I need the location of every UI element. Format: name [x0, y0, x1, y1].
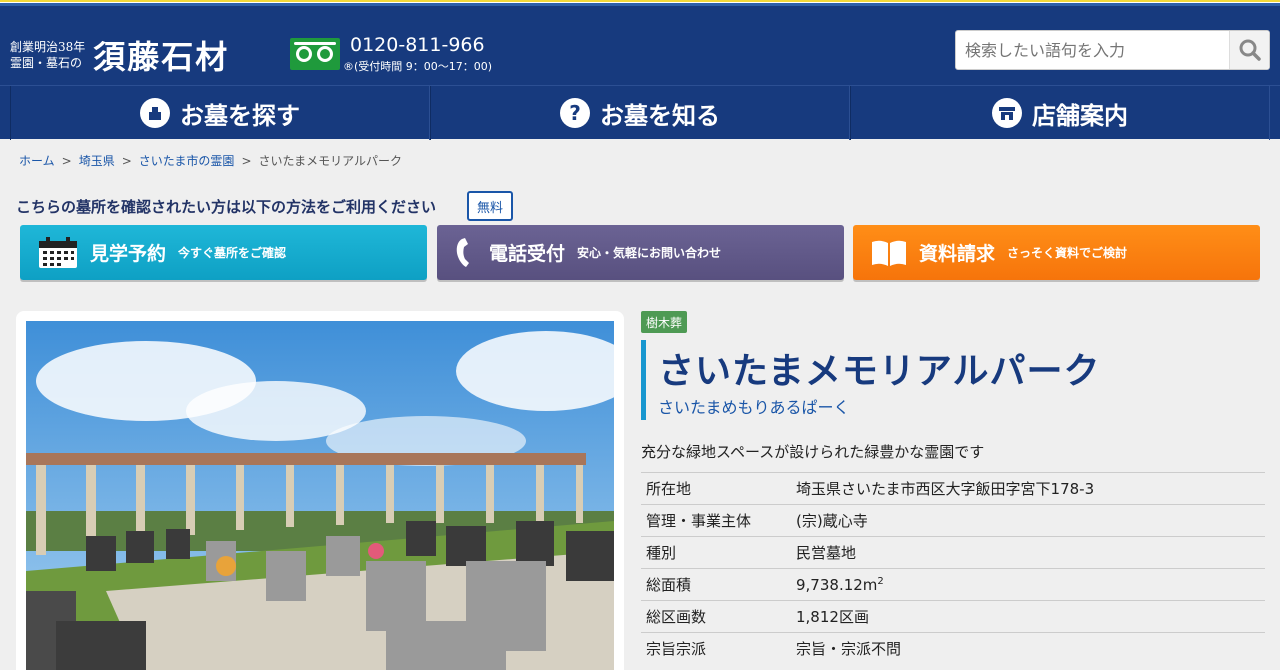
- visit-reservation-sub: 今すぐ墓所をご確認: [178, 246, 287, 260]
- detail-key: 管理・事業主体: [641, 504, 791, 537]
- visit-reservation-title: 見学予約: [90, 243, 167, 265]
- breadcrumb-home[interactable]: ホーム: [19, 154, 55, 168]
- nav-learn-grave-label: お墓を知る: [600, 100, 720, 130]
- detail-value: 埼玉県さいたま市西区大字飯田字宮下178-3: [791, 472, 1265, 505]
- question-icon: ?: [560, 98, 590, 128]
- table-row: 宗旨宗派 宗旨・宗派不問: [641, 632, 1265, 665]
- category-tag: 樹木葬: [641, 311, 688, 333]
- breadcrumb-current: さいたまメモリアルパーク: [258, 154, 403, 168]
- logo-wordmark: 須藤石材: [93, 38, 230, 76]
- site-logo[interactable]: 創業明治38年 霊園・墓石の 須藤石材: [10, 32, 229, 78]
- document-request-button[interactable]: 資料請求 さっそく資料でご検討: [853, 225, 1260, 280]
- freedial-icon: [290, 38, 340, 70]
- detail-value-sup: 2: [877, 575, 884, 587]
- cemetery-title-block: さいたまメモリアルパーク さいたまめもりあるぱーく: [641, 340, 1261, 420]
- visit-reservation-button[interactable]: 見学予約 今すぐ墓所をご確認: [20, 225, 427, 280]
- phone-number[interactable]: 0120-811-966: [350, 34, 485, 56]
- phone-reception-title: 電話受付: [489, 243, 566, 265]
- search-input[interactable]: [956, 31, 1230, 69]
- table-row: 種別 民営墓地: [641, 536, 1265, 569]
- nav-find-grave[interactable]: お墓を探す: [10, 86, 430, 140]
- detail-key: 総区画数: [641, 600, 791, 633]
- breadcrumb-separator: >: [241, 154, 252, 168]
- table-row: 所在地 埼玉県さいたま市西区大字飯田字宮下178-3: [641, 472, 1265, 505]
- free-badge: 無料: [467, 191, 513, 221]
- phone-reception-sub: 安心・気軽にお問い合わせ: [577, 246, 722, 260]
- search-icon: [1239, 39, 1261, 61]
- title-reading: さいたまめもりあるぱーく: [658, 398, 850, 417]
- phone-reception-button[interactable]: 電話受付 安心・気軽にお問い合わせ: [437, 225, 844, 280]
- phone-icon: [456, 237, 469, 267]
- search-box: [955, 30, 1270, 70]
- cemetery-details-table: 所在地 埼玉県さいたま市西区大字飯田字宮下178-3 管理・事業主体 (宗)蔵心…: [641, 472, 1265, 665]
- document-request-title: 資料請求: [919, 243, 996, 265]
- detail-value: 民営墓地: [791, 536, 1265, 569]
- detail-key: 所在地: [641, 472, 791, 505]
- breadcrumb-saitama-city[interactable]: さいたま市の霊園: [139, 154, 235, 168]
- logo-tagline-line1: 創業明治38年: [10, 40, 86, 54]
- cemetery-photo[interactable]: [26, 321, 614, 670]
- nav-learn-grave[interactable]: ? お墓を知る: [430, 86, 850, 140]
- detail-key: 種別: [641, 536, 791, 569]
- cemetery-photo-card: [16, 311, 624, 670]
- calendar-icon: [39, 236, 77, 268]
- table-row: 総面積 9,738.12m2: [641, 568, 1265, 601]
- detail-value: 1,812区画: [791, 600, 1265, 633]
- breadcrumb-saitama[interactable]: 埼玉県: [79, 154, 115, 168]
- detail-value: 宗旨・宗派不問: [791, 632, 1265, 665]
- detail-value: 9,738.12m2: [791, 568, 1265, 601]
- cemetery-description: 充分な緑地スペースが設けられた緑豊かな霊園です: [641, 443, 985, 461]
- business-hours: ®(受付時間 9：00〜17：00): [343, 60, 493, 73]
- detail-value-text: 9,738.12m: [796, 575, 878, 594]
- search-button[interactable]: [1229, 31, 1269, 69]
- breadcrumb-separator: >: [121, 154, 132, 168]
- document-request-sub: さっそく資料でご検討: [1007, 246, 1128, 260]
- detail-key: 総面積: [641, 568, 791, 601]
- detail-key: 宗旨宗派: [641, 632, 791, 665]
- main-nav: お墓を探す ? お墓を知る 店舗案内: [0, 85, 1280, 140]
- breadcrumb-separator: >: [61, 154, 72, 168]
- shop-icon: [992, 98, 1022, 128]
- nav-store-info[interactable]: 店舗案内: [850, 86, 1270, 140]
- contact-notice: こちらの墓所を確認されたい方は以下の方法をご利用ください: [16, 198, 437, 216]
- site-header: 創業明治38年 霊園・墓石の 須藤石材 0120-811-966 ®(受付時間 …: [0, 6, 1280, 85]
- detail-value: (宗)蔵心寺: [791, 504, 1265, 537]
- house-icon: [140, 98, 170, 128]
- logo-tagline: 創業明治38年 霊園・墓石の: [10, 39, 85, 71]
- nav-store-info-label: 店舗案内: [1032, 100, 1128, 130]
- logo-tagline-line2: 霊園・墓石の: [10, 56, 83, 70]
- nav-find-grave-label: お墓を探す: [180, 100, 300, 130]
- breadcrumb: ホーム > 埼玉県 > さいたま市の霊園 > さいたまメモリアルパーク: [19, 152, 402, 169]
- table-row: 総区画数 1,812区画: [641, 600, 1265, 633]
- table-row: 管理・事業主体 (宗)蔵心寺: [641, 504, 1265, 537]
- page-title: さいたまメモリアルパーク: [658, 350, 1101, 392]
- book-icon: [872, 240, 906, 266]
